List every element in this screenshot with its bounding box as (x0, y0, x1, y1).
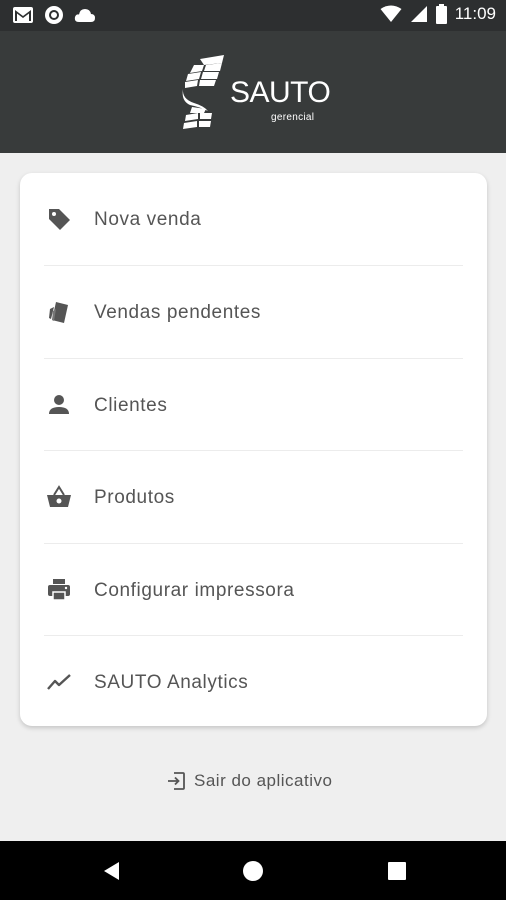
person-icon (49, 395, 69, 414)
home-icon[interactable] (241, 859, 265, 883)
menu-item-label: Clientes (94, 395, 168, 416)
trending-icon (47, 674, 71, 690)
tickets-icon (49, 302, 68, 323)
status-bar: 11:09 (0, 0, 506, 31)
menu-item-label: Vendas pendentes (94, 302, 262, 323)
menu-card: Nova venda Vendas pendentes Clientes Pro… (20, 173, 487, 726)
status-system: 11:09 (380, 4, 496, 24)
signal-icon (410, 6, 427, 22)
menu-item-label: Nova venda (94, 209, 202, 230)
menu-item-vendas-pendentes[interactable]: Vendas pendentes (20, 266, 487, 358)
status-notifications (12, 5, 96, 25)
basket-icon (47, 485, 71, 507)
record-icon (45, 6, 63, 24)
logo-icon (182, 55, 224, 129)
logo-title: SAUTO (230, 76, 331, 109)
menu-item-configurar-impressora[interactable]: Configurar impressora (20, 544, 487, 636)
wifi-icon (380, 5, 402, 22)
logout-label: Sair do aplicativo (194, 771, 333, 790)
battery-icon (435, 4, 447, 24)
printer-icon (48, 579, 70, 601)
navigation-bar (0, 841, 506, 900)
app-header: SAUTO gerencial (0, 31, 506, 153)
clock: 11:09 (454, 4, 496, 23)
menu-item-sauto-analytics[interactable]: SAUTO Analytics (20, 636, 487, 728)
menu-item-label: SAUTO Analytics (94, 672, 249, 693)
menu-item-label: Produtos (94, 487, 175, 508)
tag-icon (49, 209, 70, 230)
menu-item-produtos[interactable]: Produtos (20, 451, 487, 543)
back-icon[interactable] (100, 859, 124, 883)
menu-item-label: Configurar impressora (94, 580, 295, 601)
logo: SAUTO gerencial (180, 55, 331, 131)
logo-subtitle: gerencial (271, 112, 315, 123)
menu-item-clientes[interactable]: Clientes (20, 359, 487, 451)
recents-icon[interactable] (385, 859, 409, 883)
cloud-icon (74, 9, 95, 22)
exit-icon (168, 772, 185, 790)
logout-button[interactable]: Sair do aplicativo (166, 769, 332, 793)
menu-item-nova-venda[interactable]: Nova venda (20, 173, 487, 265)
gmail-icon (13, 7, 33, 23)
